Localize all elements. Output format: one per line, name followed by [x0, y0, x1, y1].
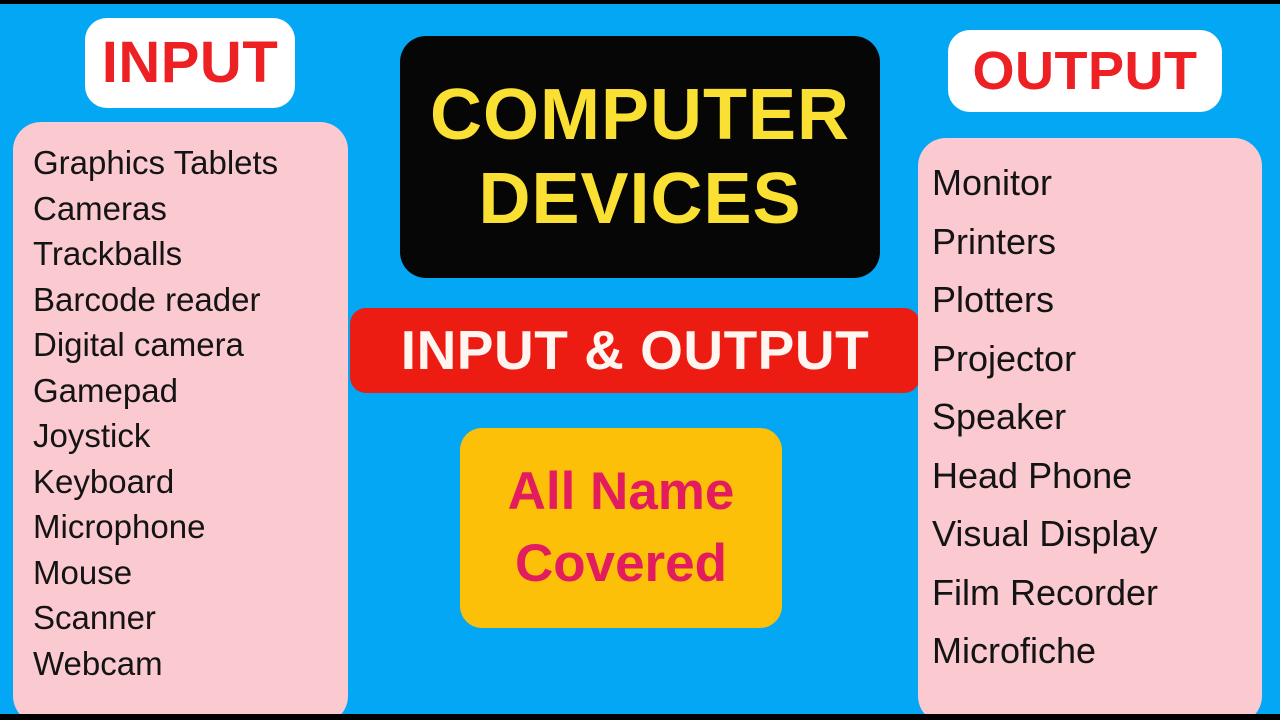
list-item: Speaker	[932, 396, 1067, 437]
slide-canvas: INPUT Graphics Tablets Cameras Trackball…	[0, 0, 1280, 720]
list-item: Monitor	[932, 162, 1053, 203]
output-heading-badge: OUTPUT	[948, 30, 1222, 112]
output-list-panel: Monitor Printers Plotters Projector Spea…	[918, 138, 1262, 714]
list-item: Keyboard	[33, 462, 175, 500]
input-output-banner: INPUT & OUTPUT	[350, 308, 920, 393]
list-item: Barcode reader	[33, 280, 261, 318]
list-item: Visual Display	[932, 513, 1158, 554]
input-output-banner-label: INPUT & OUTPUT	[400, 319, 870, 381]
covered-line-1: All Name	[507, 462, 735, 521]
list-item: Mouse	[33, 553, 133, 591]
all-name-covered-card: All Name Covered	[460, 428, 782, 628]
list-item: Graphics Tablets	[33, 144, 279, 181]
list-item: Joystick	[33, 417, 151, 454]
list-item: Film Recorder	[932, 571, 1159, 613]
title-card: COMPUTER DEVICES	[400, 36, 880, 278]
list-item: Plotters	[932, 279, 1055, 320]
list-item: Printers	[932, 220, 1057, 262]
title-line-1: COMPUTER	[430, 75, 850, 155]
list-item: Digital camera	[33, 326, 244, 363]
list-item: Projector	[932, 337, 1077, 379]
input-list-panel: Graphics Tablets Cameras Trackballs Barc…	[13, 122, 348, 714]
list-item: Gamepad	[33, 371, 178, 409]
list-item: Cameras	[33, 189, 167, 227]
input-device-list: Graphics Tablets Cameras Trackballs Barc…	[33, 140, 278, 686]
list-item: Microfiche	[932, 630, 1097, 671]
covered-line-2: Covered	[514, 534, 728, 593]
list-item: Trackballs	[33, 235, 183, 272]
title-line-2: DEVICES	[478, 159, 802, 239]
output-heading-label: OUTPUT	[972, 41, 1198, 101]
list-item: Head Phone	[932, 454, 1133, 496]
list-item: Microphone	[33, 508, 206, 545]
output-device-list: Monitor Printers Plotters Projector Spea…	[932, 154, 1158, 681]
list-item: Webcam	[33, 644, 163, 682]
input-heading-label: INPUT	[101, 30, 279, 95]
list-item: Scanner	[33, 599, 156, 636]
input-heading-badge: INPUT	[85, 18, 295, 108]
